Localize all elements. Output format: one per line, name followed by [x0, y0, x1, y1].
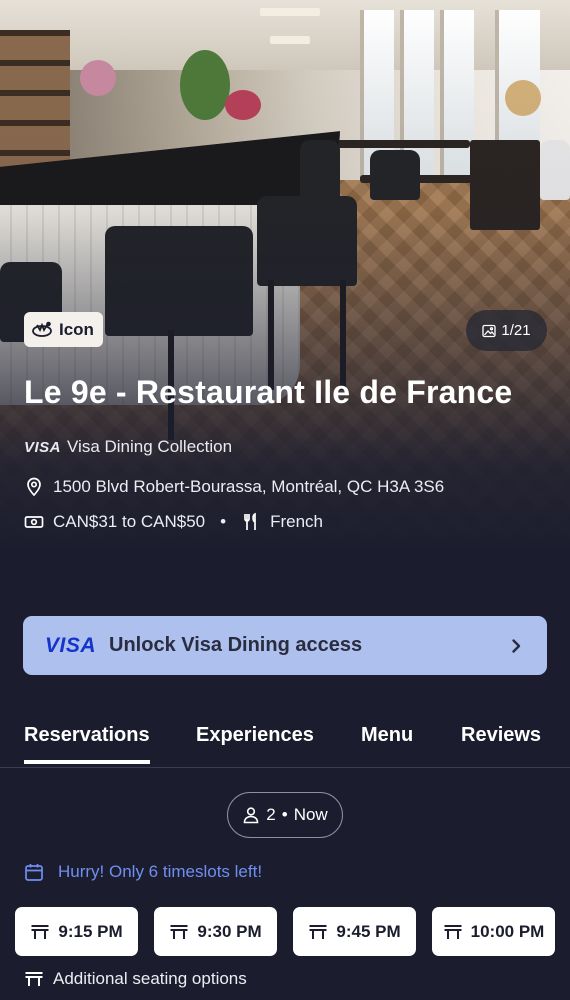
utensils-icon: [244, 512, 256, 530]
photo-counter-button[interactable]: 1/21: [466, 310, 547, 351]
tab-reservations[interactable]: Reservations: [24, 724, 150, 764]
banknote-icon: [24, 516, 44, 528]
address-row[interactable]: 1500 Blvd Robert-Bourassa, Montréal, QC …: [24, 477, 444, 497]
section-tabs: Reservations Experiences Menu Reviews: [0, 718, 570, 768]
hero-gradient-overlay: [0, 0, 570, 600]
additional-seating-label: Additional seating options: [53, 969, 247, 988]
meta-row: CAN$31 to CAN$50 • French: [24, 512, 323, 532]
additional-seating-link[interactable]: Additional seating options: [24, 969, 247, 989]
tab-menu[interactable]: Menu: [361, 724, 413, 747]
timeslot-button[interactable]: 9:45 PM: [293, 907, 416, 956]
unlock-visa-dining-button[interactable]: VISA Unlock Visa Dining access: [23, 616, 547, 675]
restaurant-hero-photo[interactable]: [0, 0, 570, 600]
collection-name: Visa Dining Collection: [67, 437, 233, 456]
timeslot-time: 9:45 PM: [336, 921, 401, 941]
visa-mini-logo: VISA: [24, 438, 62, 456]
timeslot-button[interactable]: 9:15 PM: [15, 907, 138, 956]
tab-experiences[interactable]: Experiences: [196, 724, 314, 747]
restaurant-name: Le 9e - Restaurant Ile de France: [24, 374, 513, 410]
icon-crown-icon: [32, 321, 52, 337]
meta-separator: •: [220, 512, 227, 531]
icon-badge-label: Icon: [59, 319, 94, 339]
icon-badge: Icon: [24, 312, 103, 347]
timeslot-urgency-message: Hurry! Only 6 timeslots left!: [24, 862, 262, 882]
table-icon: [31, 924, 49, 939]
tab-reviews[interactable]: Reviews: [461, 724, 541, 747]
party-size-selector[interactable]: 2 • Now: [227, 792, 343, 838]
table-icon: [309, 924, 327, 939]
person-icon: [243, 807, 259, 824]
party-separator: •: [281, 805, 288, 824]
dining-collection[interactable]: VISA Visa Dining Collection: [24, 437, 232, 457]
party-size: 2: [266, 805, 276, 824]
image-icon: [482, 324, 497, 337]
photo-counter-text: 1/21: [501, 322, 531, 339]
price-range: CAN$31 to CAN$50: [53, 512, 206, 531]
calendar-icon: [25, 864, 43, 881]
restaurant-address: 1500 Blvd Robert-Bourassa, Montréal, QC …: [53, 477, 445, 496]
chevron-right-icon: [512, 638, 521, 653]
visa-logo: VISA: [45, 633, 97, 657]
timeslot-time: 9:15 PM: [58, 921, 123, 941]
timeslot-button[interactable]: 10:00 PM: [432, 907, 555, 956]
visa-banner-label: Unlock Visa Dining access: [109, 634, 363, 656]
party-time: Now: [293, 805, 328, 824]
timeslot-button[interactable]: 9:30 PM: [154, 907, 277, 956]
table-icon: [170, 924, 188, 939]
timeslot-time: 10:00 PM: [470, 921, 545, 941]
table-icon: [25, 972, 43, 986]
hurry-text: Hurry! Only 6 timeslots left!: [58, 862, 263, 881]
map-pin-icon: [27, 477, 41, 497]
timeslot-time: 9:30 PM: [197, 921, 262, 941]
table-icon: [444, 924, 462, 939]
cuisine: French: [270, 512, 324, 531]
